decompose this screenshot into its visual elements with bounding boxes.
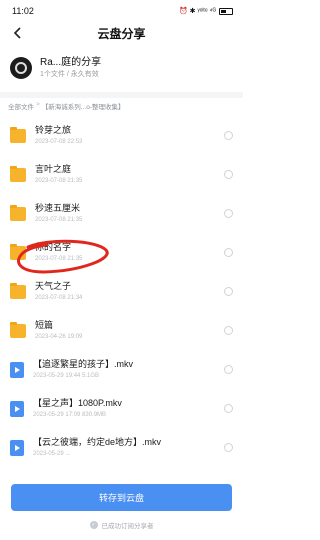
folder-icon <box>10 126 26 143</box>
select-checkbox[interactable] <box>224 248 233 257</box>
file-list: 铃芽之旅 2023-07-08 22:53 言叶之庭 2023-07-08 21… <box>0 116 243 467</box>
status-indicators: ⏰ ✱ ᵞᵒˡᵗᵉ ⁴ᴳ <box>179 7 233 15</box>
list-item[interactable]: 言叶之庭 2023-07-08 21:35 <box>0 155 243 194</box>
status-time: 11:02 <box>12 6 34 16</box>
file-date: 2023-05-29 ... <box>33 451 71 457</box>
file-date: 2023-07-08 21:35 <box>35 217 83 223</box>
video-file-icon <box>10 400 24 417</box>
select-checkbox[interactable] <box>224 170 233 179</box>
subscribe-note-text: 已成功订阅分享者 <box>101 523 154 530</box>
file-date: 2023-04-26 19:09 <box>35 334 83 340</box>
file-date: 2023-05-29 17:09 830.9MB <box>33 412 107 418</box>
file-name: 【星之声】1080P.mkv <box>33 398 122 408</box>
check-icon: ✓ <box>89 521 98 529</box>
list-item[interactable]: 【云之彼端，约定de地方】.mkv 2023-05-29 ... <box>0 428 243 467</box>
file-name: 你的名字 <box>35 242 72 252</box>
folder-icon <box>10 204 26 221</box>
breadcrumb-item-root[interactable]: 全部文件 <box>8 101 34 116</box>
page-title: 云盘分享 <box>97 26 146 41</box>
folder-icon <box>10 282 26 299</box>
folder-icon <box>10 243 26 260</box>
file-name: 【追逐繁星的孩子】.mkv <box>33 359 133 369</box>
file-name: 【云之彼端，约定de地方】.mkv <box>33 437 162 447</box>
folder-icon <box>10 321 26 338</box>
status-icons: ⏰ ✱ ᵞᵒˡᵗᵉ ⁴ᴳ <box>178 8 216 15</box>
nav-bar: 云盘分享 <box>0 22 243 44</box>
file-date: 2023-07-08 21:35 <box>35 178 83 184</box>
select-checkbox[interactable] <box>224 131 233 140</box>
list-item[interactable]: 你的名字 2023-07-08 21:35 <box>0 233 243 272</box>
list-item[interactable]: 短篇 2023-04-26 19:09 <box>0 311 243 350</box>
save-to-cloud-button[interactable]: 转存到云盘 <box>11 484 232 511</box>
file-name: 秒速五厘米 <box>35 203 81 213</box>
breadcrumb: 全部文件 > 【新海诚系列...o-整理收集】 <box>0 98 243 116</box>
chevron-left-icon[interactable] <box>8 24 26 42</box>
bottom-bar: 转存到云盘 ✓ 已成功订阅分享者 <box>0 476 243 540</box>
file-date: 2023-05-29 19:44 5.1GB <box>33 373 100 379</box>
list-item[interactable]: 秒速五厘米 2023-07-08 21:35 <box>0 194 243 233</box>
avatar[interactable] <box>10 57 32 79</box>
status-bar: 11:02 ⏰ ✱ ᵞᵒˡᵗᵉ ⁴ᴳ <box>0 0 243 22</box>
share-meta: 1个文件 / 永久有效 <box>40 71 99 78</box>
select-checkbox[interactable] <box>224 404 233 413</box>
list-item[interactable]: 铃芽之旅 2023-07-08 22:53 <box>0 116 243 155</box>
video-file-icon <box>10 361 24 378</box>
breadcrumb-item-current: 【新海诚系列...o-整理收集】 <box>41 104 125 111</box>
battery-icon <box>219 7 233 15</box>
select-checkbox[interactable] <box>224 365 233 374</box>
share-header[interactable]: Ra...庭的分享 1个文件 / 永久有效 <box>0 48 243 88</box>
file-date: 2023-07-08 21:34 <box>35 295 83 301</box>
list-item[interactable]: 【追逐繁星的孩子】.mkv 2023-05-29 19:44 5.1GB <box>0 350 243 389</box>
folder-icon <box>10 165 26 182</box>
file-name: 铃芽之旅 <box>35 125 72 135</box>
breadcrumb-separator: > <box>36 101 40 108</box>
file-name: 天气之子 <box>35 281 72 291</box>
file-date: 2023-07-08 22:53 <box>35 139 83 145</box>
select-checkbox[interactable] <box>224 209 233 218</box>
share-title: Ra...庭的分享 <box>40 57 102 68</box>
select-checkbox[interactable] <box>224 326 233 335</box>
subscribe-note: ✓ 已成功订阅分享者 <box>0 520 243 530</box>
list-item[interactable]: 天气之子 2023-07-08 21:34 <box>0 272 243 311</box>
file-date: 2023-07-08 21:35 <box>35 256 83 262</box>
select-checkbox[interactable] <box>224 443 233 452</box>
video-file-icon <box>10 439 24 456</box>
select-checkbox[interactable] <box>224 287 233 296</box>
file-name: 言叶之庭 <box>35 164 72 174</box>
list-item[interactable]: 【星之声】1080P.mkv 2023-05-29 17:09 830.9MB <box>0 389 243 428</box>
file-name: 短篇 <box>35 320 54 330</box>
